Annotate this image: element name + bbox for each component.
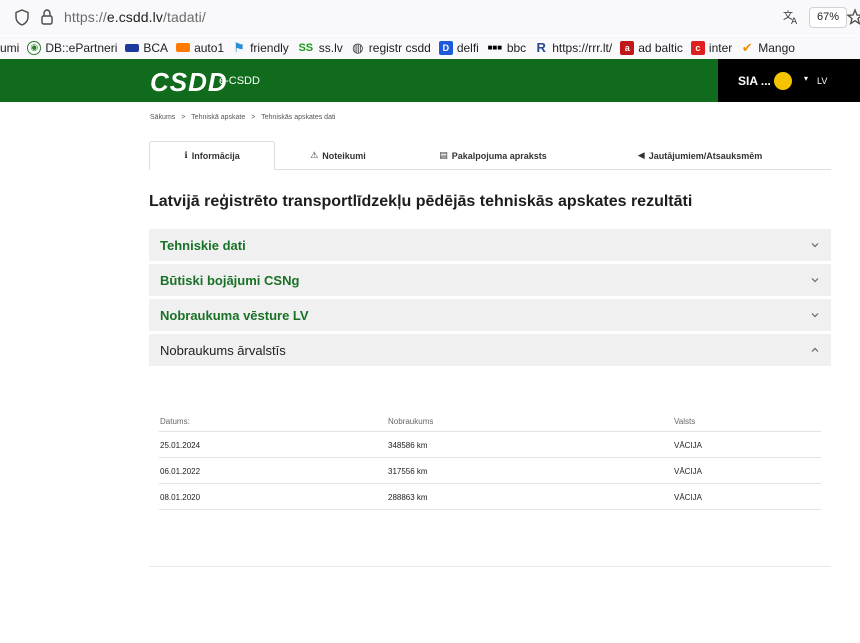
mileage-table: Datums: Nobraukums Valsts 25.01.2024 348…: [159, 408, 821, 510]
page-title: Latvijā reģistrēto transportlīdzekļu pēd…: [149, 193, 693, 210]
url-field[interactable]: https://e.csdd.lv/tadati/: [64, 9, 206, 25]
language-selector[interactable]: LV: [817, 76, 827, 86]
bookmark-item[interactable]: ✔ Mango: [740, 39, 795, 55]
url-path: /tadati/: [162, 9, 206, 25]
breadcrumb: Sākums > Tehniskā apskate > Tehniskās ap…: [150, 114, 339, 121]
column-header-mileage: Nobraukums: [388, 417, 434, 426]
rrr-icon: R: [536, 40, 546, 55]
cell-country: VĀCIJA: [674, 493, 703, 502]
warning-icon: ⚠: [310, 150, 319, 160]
tab-noteikumi[interactable]: ⚠ Noteikumi: [275, 141, 401, 170]
delfi-icon: D: [438, 40, 453, 55]
zoom-level-button[interactable]: 67%: [809, 7, 848, 28]
globe-icon: ◍: [352, 39, 364, 55]
bookmarks-bar: umi ◉ DB::ePartneri BCA auto1 ⚑ friendly S…: [0, 36, 860, 59]
db-icon: ◉: [27, 40, 42, 55]
table-row: 08.01.2020 288863 km VĀCIJA: [159, 484, 821, 510]
section-nobraukuma-vesture[interactable]: Nobraukuma vēsture LV: [149, 299, 831, 332]
bbc-icon: ■■■: [487, 43, 503, 52]
tab-pakalpojuma-apraksts[interactable]: ▤ Pakalpojuma apraksts: [401, 141, 585, 170]
chevron-up-icon: [811, 347, 819, 352]
section-title: Nobraukums ārvalstīs: [160, 343, 286, 358]
user-menu[interactable]: SIA ... ▾ LV: [718, 59, 860, 102]
chevron-down-icon: [811, 278, 819, 283]
chevron-down-icon: [811, 313, 819, 318]
inter-icon: c: [690, 40, 705, 55]
url-scheme: https://: [64, 9, 107, 25]
cell-date: 08.01.2020: [160, 493, 201, 502]
cell-mileage: 348586 km: [388, 441, 428, 450]
bookmark-item[interactable]: ◍ registr csdd: [351, 39, 431, 55]
cell-mileage: 317556 km: [388, 467, 428, 476]
breadcrumb-tehniska-apskate-link[interactable]: Tehniskā apskate: [191, 114, 245, 121]
cell-country: VĀCIJA: [674, 441, 703, 450]
browser-address-bar: https://e.csdd.lv/tadati/ 文 A 67%: [0, 0, 860, 35]
mango-icon: ✔: [741, 39, 753, 55]
cell-mileage: 288863 km: [388, 493, 428, 502]
tab-informacija[interactable]: ℹ Informācija: [149, 141, 275, 170]
translate-icon[interactable]: 文 A: [782, 8, 800, 26]
column-header-date: Datums:: [160, 417, 190, 426]
bca-icon: [125, 43, 140, 52]
bookmark-item[interactable]: ◉ DB::ePartneri: [27, 40, 117, 55]
breadcrumb-home-link[interactable]: Sākums: [150, 114, 175, 121]
url-domain: e.csdd.lv: [106, 9, 163, 25]
chevron-down-icon: [811, 243, 819, 248]
bookmark-item[interactable]: umi: [0, 41, 19, 55]
adbaltic-icon: a: [620, 40, 635, 55]
breadcrumb-separator: >: [251, 114, 256, 121]
table-row: 25.01.2024 348586 km VĀCIJA: [159, 432, 821, 458]
bookmark-item[interactable]: auto1: [176, 41, 224, 55]
section-title: Būtiski bojājumi CSNg: [160, 273, 300, 288]
caret-down-icon[interactable]: ▾: [804, 74, 808, 83]
auto1-icon: [176, 43, 191, 52]
bookmark-item[interactable]: c inter: [690, 40, 732, 55]
bookmark-item[interactable]: SS ss.lv: [297, 41, 342, 55]
document-icon: ▤: [439, 150, 448, 160]
megaphone-icon: ◀: [637, 150, 645, 160]
site-subtitle: e-CSDD: [219, 75, 260, 87]
section-title: Nobraukuma vēsture LV: [160, 308, 309, 323]
star-icon[interactable]: [846, 8, 860, 26]
csdd-logo[interactable]: CSDD: [150, 67, 228, 98]
bookmark-item[interactable]: a ad baltic: [620, 40, 683, 55]
cell-date: 25.01.2024: [160, 441, 201, 450]
ss-icon: SS: [298, 41, 314, 54]
info-icon: ℹ: [184, 150, 188, 160]
tab-jautajumiem[interactable]: ◀ Jautājumiem/Atsauksmēm: [585, 141, 815, 170]
bookmark-item[interactable]: Ddelfi: [438, 40, 479, 55]
lock-icon[interactable]: [40, 8, 54, 26]
breadcrumb-current: Tehniskās apskates dati: [261, 114, 336, 121]
table-row: 06.01.2022 317556 km VĀCIJA: [159, 458, 821, 484]
section-tehniskie-dati[interactable]: Tehniskie dati: [149, 229, 831, 262]
avatar: [774, 72, 792, 90]
tab-bar: ℹ Informācija ⚠ Noteikumi ▤ Pakalpojuma …: [149, 141, 831, 170]
flag-icon: ⚑: [233, 39, 245, 55]
bookmark-item[interactable]: ■■■ bbc: [487, 41, 527, 55]
cell-country: VĀCIJA: [674, 467, 703, 476]
bookmark-item[interactable]: ⚑ friendly: [232, 39, 289, 55]
column-header-country: Valsts: [674, 417, 696, 426]
site-header: CSDD e-CSDD SIA ... ▾ LV: [0, 59, 860, 102]
table-header: Datums: Nobraukums Valsts: [159, 408, 821, 432]
divider: [149, 566, 831, 567]
shield-icon[interactable]: [14, 9, 30, 26]
bookmark-item[interactable]: Rhttps://rrr.lt/: [534, 40, 612, 55]
breadcrumb-separator: >: [181, 114, 186, 121]
section-butiski-bojajumi[interactable]: Būtiski bojājumi CSNg: [149, 264, 831, 297]
user-name: SIA ...: [738, 74, 771, 88]
bookmark-item[interactable]: BCA: [125, 41, 168, 55]
section-title: Tehniskie dati: [160, 238, 246, 253]
section-nobraukums-arvalstis[interactable]: Nobraukums ārvalstīs: [149, 334, 831, 367]
svg-text:A: A: [791, 17, 798, 26]
cell-date: 06.01.2022: [160, 467, 201, 476]
